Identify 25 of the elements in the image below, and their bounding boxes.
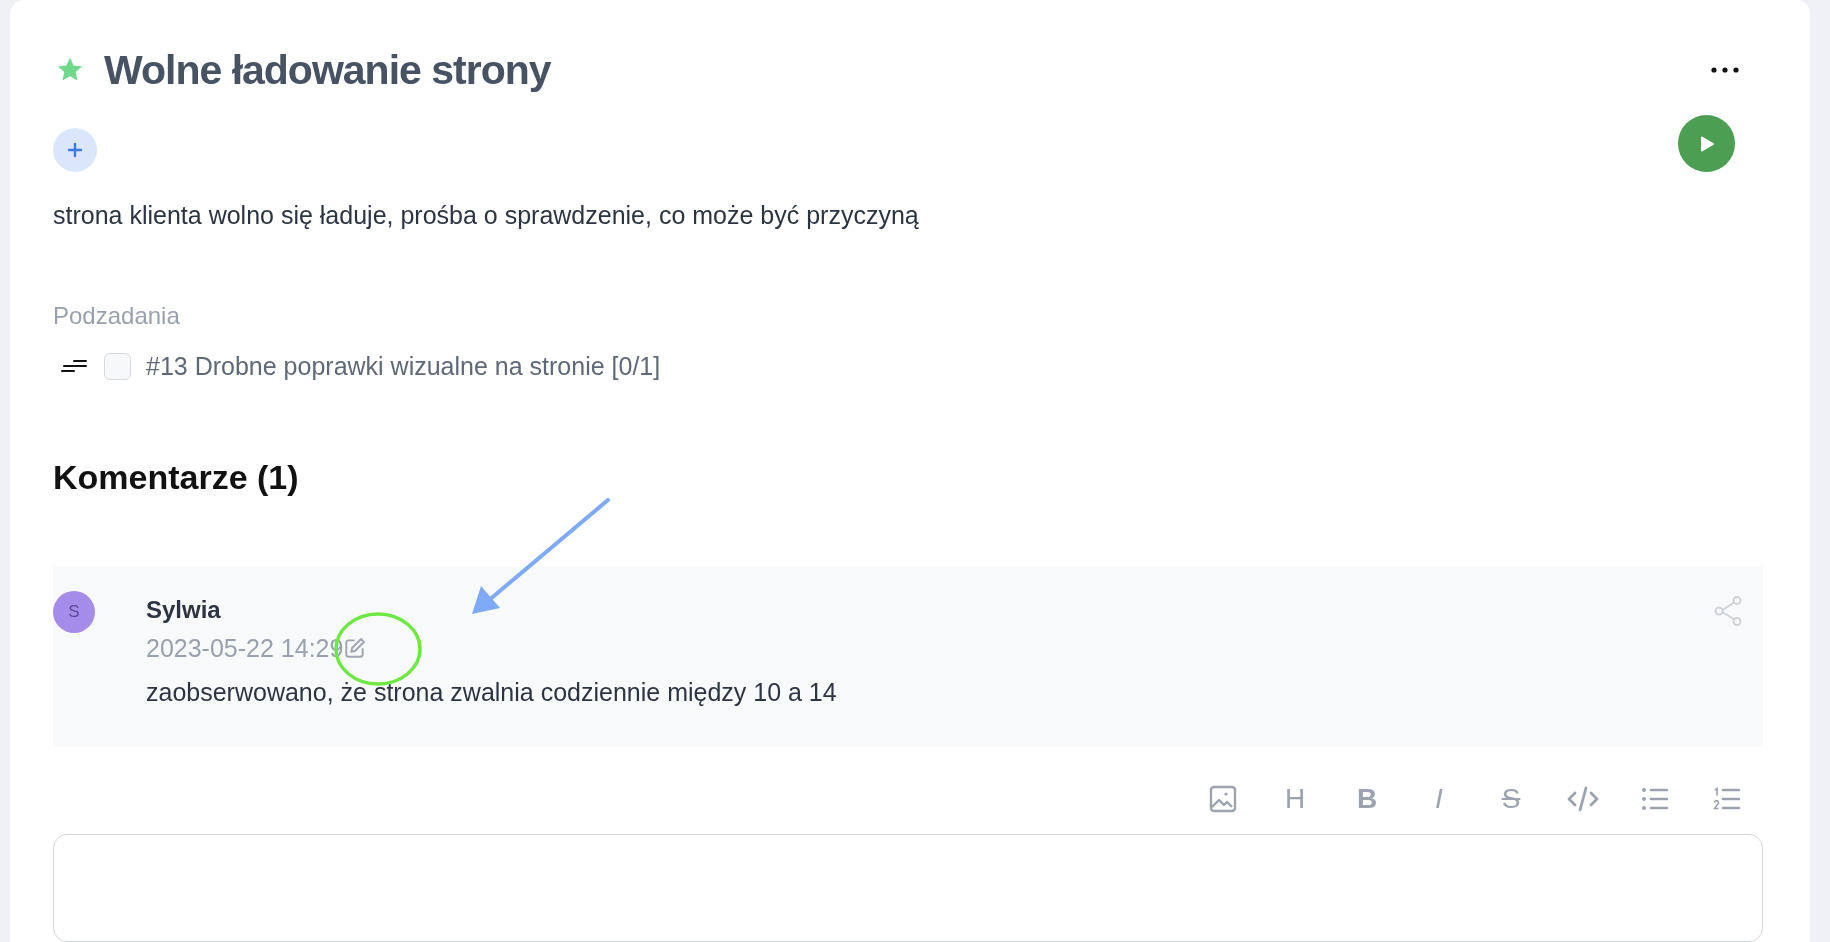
numbered-list-icon[interactable] [1713, 787, 1741, 811]
edit-icon[interactable] [343, 636, 368, 660]
code-icon[interactable] [1566, 785, 1600, 813]
task-title: Wolne ładowanie strony [104, 46, 552, 95]
play-button[interactable] [1678, 115, 1735, 172]
italic-button[interactable]: I [1435, 783, 1443, 815]
comment-text: zaobserwowano, że strona zwalnia codziennie między 10 a 14 [146, 677, 837, 707]
bold-button[interactable]: B [1356, 783, 1378, 815]
bullet-list-icon[interactable] [1641, 787, 1669, 811]
subtask-checkbox[interactable] [104, 352, 131, 380]
more-icon[interactable] [1709, 65, 1741, 75]
subtask-link[interactable]: #13 Drobne poprawki wizualne na stronie [0/1] [146, 351, 661, 381]
strikethrough-button[interactable]: S [1501, 783, 1521, 815]
subtasks-heading: Podzadania [53, 301, 181, 331]
image-icon[interactable] [1209, 785, 1237, 813]
task-description: strona klienta wolno się ładuje, prośba o sprawdzenie, co może być przyczyną [53, 200, 920, 230]
comment-author: Sylwia [146, 595, 222, 625]
user-avatar: S [53, 591, 95, 633]
plus-icon [67, 142, 83, 158]
heading-button[interactable]: H [1284, 783, 1306, 815]
comment-field[interactable] [53, 834, 1763, 942]
add-button[interactable] [53, 128, 97, 172]
drag-handle-icon[interactable] [60, 358, 88, 374]
comments-heading: Komentarze (1) [53, 457, 300, 497]
share-icon[interactable] [1713, 595, 1743, 627]
